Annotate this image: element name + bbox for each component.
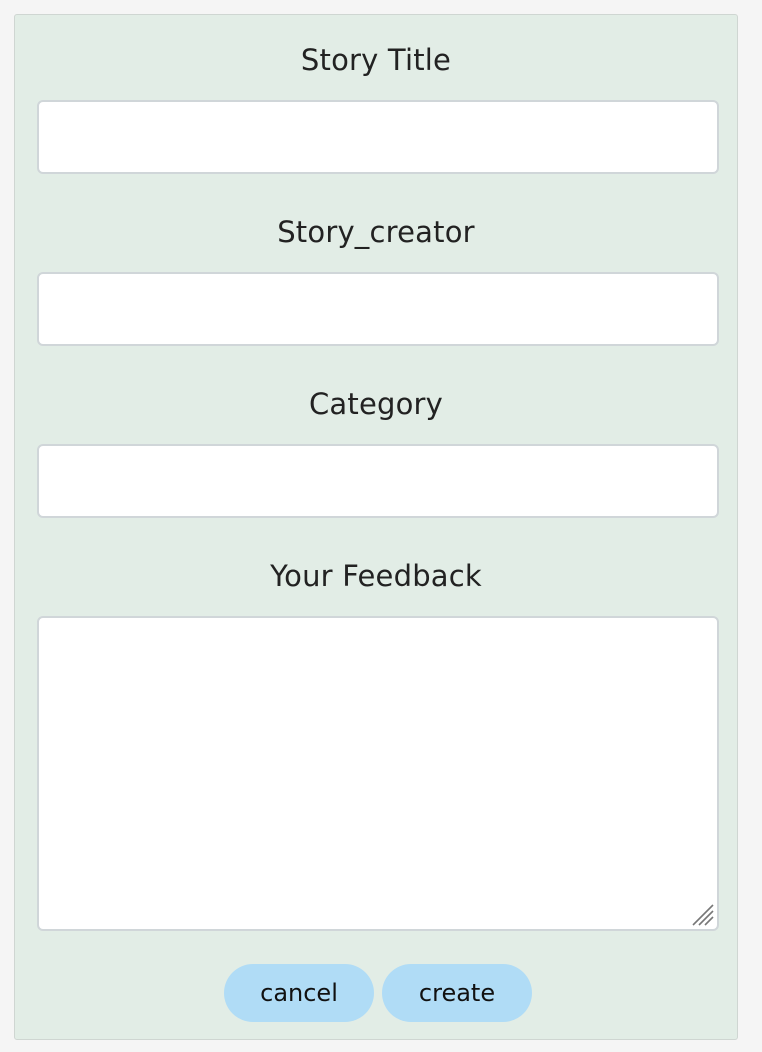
category-input[interactable] (37, 444, 719, 518)
category-label: Category (308, 387, 444, 421)
story-title-label: Story Title (300, 43, 452, 77)
story-creator-input[interactable] (37, 272, 719, 346)
story-title-input[interactable] (37, 100, 719, 174)
story-creator-label: Story_creator (277, 215, 475, 249)
resize-handle-icon[interactable] (691, 903, 715, 927)
cancel-button[interactable]: cancel (224, 964, 374, 1022)
feedback-textarea[interactable] (37, 616, 719, 931)
story-form: Story Title Story_creator Category Your … (14, 14, 738, 1040)
feedback-label: Your Feedback (270, 559, 482, 593)
create-button[interactable]: create (382, 964, 532, 1022)
